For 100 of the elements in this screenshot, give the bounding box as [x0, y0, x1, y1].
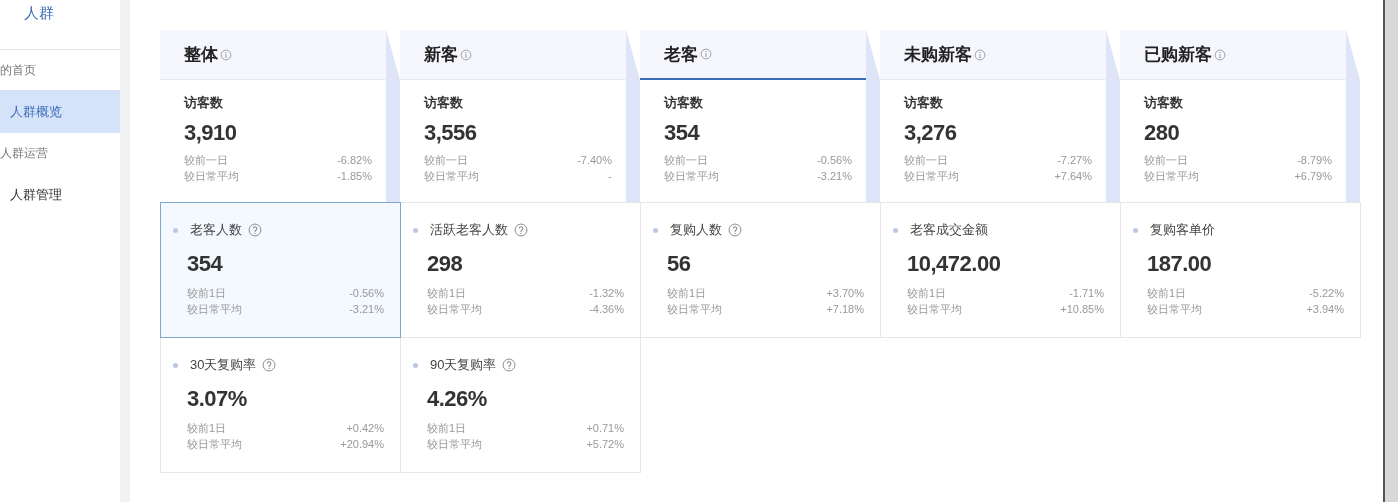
comparison-value: +10.85% — [1060, 302, 1104, 317]
metric-label: 访客数 — [664, 94, 704, 112]
metric-value: 354 — [664, 120, 701, 146]
comparison-label: 较前一日 — [1144, 153, 1188, 168]
metric-value: 354 — [187, 251, 224, 277]
metric-card[interactable]: 复购人数 56 较前1日 +3.70% 较日常平均 +7.18% — [640, 202, 881, 338]
sidebar-item[interactable]: 人群概览 — [0, 90, 120, 133]
metric-value: 10,472.00 — [907, 251, 1002, 277]
segment-tab[interactable]: 已购新客 — [1120, 30, 1346, 80]
comparison-value: -8.79% — [1297, 153, 1332, 168]
comparison-value: -7.40% — [577, 153, 612, 168]
metric-value: 4.26% — [427, 386, 488, 412]
sidebar-section-label: 人群运营 — [0, 145, 49, 162]
comparison-label: 较前1日 — [427, 421, 467, 436]
comparison-label: 较前1日 — [907, 286, 947, 301]
metric-value: 187.00 — [1147, 251, 1213, 277]
metric-label: 访客数 — [184, 94, 224, 112]
comparison-value: +6.79% — [1294, 169, 1332, 184]
comparison-value: -7.27% — [1057, 153, 1092, 168]
metric-label: 30天复购率 — [190, 356, 257, 374]
comparison-value: -0.56% — [349, 286, 384, 301]
segment-tab-label: 老客 — [664, 43, 698, 66]
bullet-dot — [173, 362, 178, 368]
bullet-dot — [173, 227, 178, 233]
sidebar-section-label: 的首页 — [0, 62, 37, 79]
comparison-label: 较日常平均 — [1147, 302, 1202, 317]
comparison-label: 较日常平均 — [664, 169, 719, 184]
metric-label: 老客成交金额 — [910, 221, 988, 239]
segment-tab-label: 新客 — [424, 44, 458, 66]
comparison-value: -0.56% — [817, 153, 852, 168]
bullet-dot — [413, 227, 418, 233]
metric-card[interactable]: 90天复购率 4.26% 较前1日 +0.71% 较日常平均 +5.72% — [400, 337, 641, 473]
comparison-value: -1.71% — [1069, 286, 1104, 301]
comparison-label: 较日常平均 — [187, 302, 242, 317]
comparison-label: 较前1日 — [427, 286, 467, 301]
comparison-label: 较日常平均 — [187, 437, 242, 452]
segment-tab-label: 已购新客 — [1144, 44, 1212, 66]
comparison-value: +0.71% — [586, 421, 624, 436]
comparison-value: +5.72% — [586, 437, 624, 452]
segment-tab-label: 未购新客 — [904, 44, 972, 66]
comparison-label: 较前一日 — [664, 153, 708, 168]
info-icon — [1214, 48, 1226, 61]
metric-label: 90天复购率 — [430, 356, 497, 374]
metric-card[interactable]: 老客成交金额 10,472.00 较前1日 -1.71% 较日常平均 +10.85% — [880, 202, 1121, 338]
comparison-value: -3.21% — [817, 169, 852, 184]
metric-label: 访客数 — [904, 94, 944, 112]
metric-label: 活跃老客人数 — [430, 221, 508, 239]
comparison-label: 较前1日 — [1147, 286, 1187, 301]
comparison-value: -1.85% — [337, 169, 372, 184]
comparison-value: +0.42% — [346, 421, 384, 436]
sidebar-item[interactable]: 人群管理 — [0, 173, 120, 216]
metric-value: 3.07% — [187, 386, 248, 412]
comparison-value: -3.21% — [349, 302, 384, 317]
metric-value: 56 — [667, 251, 692, 277]
comparison-value: -5.22% — [1309, 286, 1344, 301]
info-icon — [220, 48, 232, 61]
info-icon — [700, 48, 712, 60]
comparison-label: 较前一日 — [904, 153, 948, 168]
metric-value: 3,910 — [184, 120, 238, 146]
comparison-value: -1.32% — [589, 286, 624, 301]
comparison-label: 较前一日 — [424, 153, 468, 168]
comparison-label: 较日常平均 — [904, 169, 959, 184]
comparison-label: 较前1日 — [187, 421, 227, 436]
metric-label: 复购客单价 — [1150, 221, 1215, 239]
comparison-label: 较日常平均 — [667, 302, 722, 317]
comparison-label: 较日常平均 — [184, 169, 239, 184]
metric-card[interactable]: 老客人数 354 较前1日 -0.56% 较日常平均 -3.21% — [160, 202, 401, 338]
segment-tab[interactable]: 新客 — [400, 30, 626, 80]
metric-value: 280 — [1144, 120, 1181, 146]
metric-label: 访客数 — [424, 94, 464, 112]
comparison-label: 较前1日 — [187, 286, 227, 301]
metric-card[interactable]: 30天复购率 3.07% 较前1日 +0.42% 较日常平均 +20.94% — [160, 337, 401, 473]
bullet-dot — [413, 362, 418, 368]
bullet-dot — [653, 227, 658, 233]
comparison-value: - — [608, 169, 612, 184]
comparison-value: -4.36% — [589, 302, 624, 317]
segment-tab-label: 整体 — [184, 44, 218, 66]
comparison-label: 较日常平均 — [427, 437, 482, 452]
comparison-value: +7.18% — [826, 302, 864, 317]
comparison-value: +3.70% — [826, 286, 864, 301]
comparison-value: +7.64% — [1054, 169, 1092, 184]
metric-value: 298 — [427, 251, 464, 277]
segment-tab[interactable]: 老客 — [640, 30, 866, 80]
comparison-label: 较日常平均 — [1144, 169, 1199, 184]
comparison-label: 较前1日 — [667, 286, 707, 301]
bullet-dot — [893, 227, 898, 233]
comparison-value: +20.94% — [340, 437, 384, 452]
comparison-value: -6.82% — [337, 153, 372, 168]
metric-card[interactable]: 复购客单价 187.00 较前1日 -5.22% 较日常平均 +3.94% — [1120, 202, 1361, 338]
comparison-label: 较日常平均 — [907, 302, 962, 317]
segment-tab[interactable]: 未购新客 — [880, 30, 1106, 80]
metric-value: 3,556 — [424, 120, 478, 146]
metric-value: 3,276 — [904, 120, 958, 146]
comparison-label: 较日常平均 — [427, 302, 482, 317]
info-icon — [460, 48, 472, 61]
comparison-label: 较前一日 — [184, 153, 228, 168]
metric-label: 访客数 — [1144, 94, 1184, 112]
comparison-value: +3.94% — [1306, 302, 1344, 317]
scrollbar[interactable] — [1383, 0, 1398, 502]
comparison-label: 较日常平均 — [424, 169, 479, 184]
